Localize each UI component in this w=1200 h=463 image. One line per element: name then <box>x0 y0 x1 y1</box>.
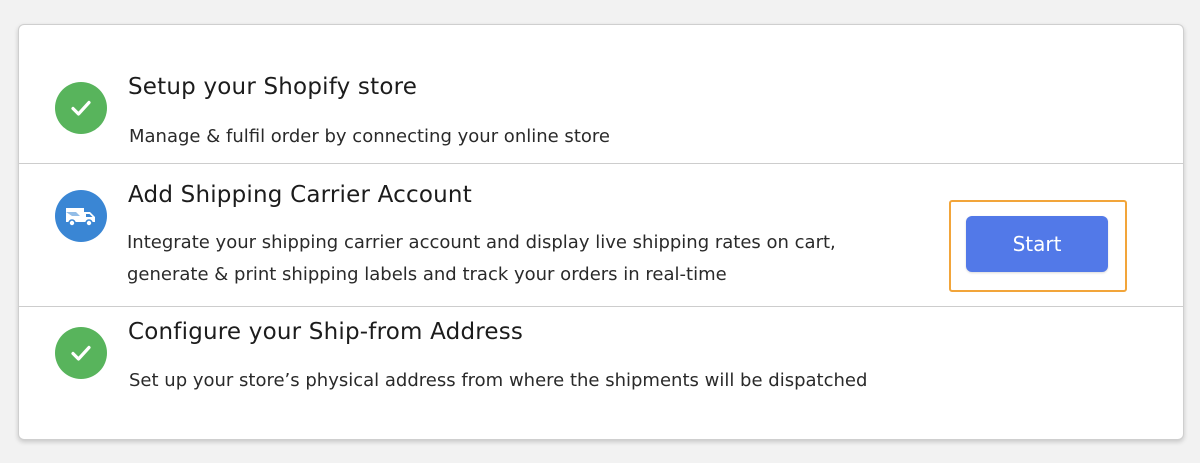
step-description-line-1: Integrate your shipping carrier account … <box>127 232 836 253</box>
step-title: Add Shipping Carrier Account <box>128 182 472 208</box>
step-configure-ship-from-address: Configure your Ship-from Address Set up … <box>19 307 1183 441</box>
step-description: Manage & fulfil order by connecting your… <box>129 126 610 147</box>
step-description-line-2: generate & print shipping labels and tra… <box>127 264 727 285</box>
check-icon <box>55 327 107 379</box>
start-button-highlight: Start <box>949 200 1127 292</box>
start-button[interactable]: Start <box>966 216 1108 272</box>
step-title: Configure your Ship-from Address <box>128 319 524 345</box>
step-description: Set up your store’s physical address fro… <box>129 370 868 391</box>
step-title: Setup your Shopify store <box>128 74 418 100</box>
onboarding-steps-card: Setup your Shopify store Manage & fulfil… <box>18 24 1184 440</box>
check-icon <box>55 82 107 134</box>
delivery-truck-icon <box>55 190 107 242</box>
step-setup-shopify-store: Setup your Shopify store Manage & fulfil… <box>19 25 1183 163</box>
